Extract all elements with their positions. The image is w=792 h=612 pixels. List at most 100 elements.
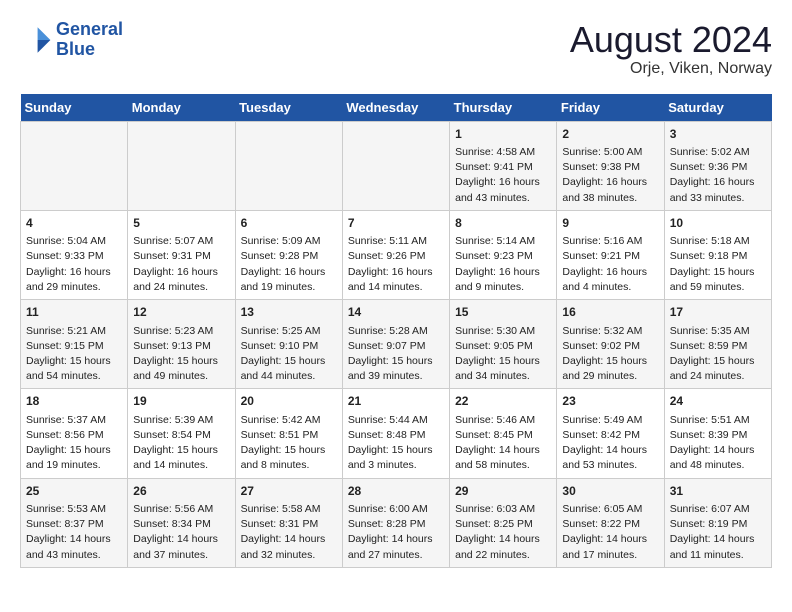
calendar-cell: 23Sunrise: 5:49 AMSunset: 8:42 PMDayligh… [557,389,664,478]
day-info: Sunset: 8:22 PM [562,517,658,532]
calendar-cell: 21Sunrise: 5:44 AMSunset: 8:48 PMDayligh… [342,389,449,478]
calendar-table: SundayMondayTuesdayWednesdayThursdayFrid… [20,94,772,568]
calendar-cell: 12Sunrise: 5:23 AMSunset: 9:13 PMDayligh… [128,300,235,389]
week-row-4: 18Sunrise: 5:37 AMSunset: 8:56 PMDayligh… [21,389,772,478]
day-info: Sunrise: 5:30 AM [455,324,551,339]
day-info: Sunset: 9:26 PM [348,249,444,264]
calendar-cell: 9 Sunrise: 5:16 AMSunset: 9:21 PMDaylight… [557,210,664,299]
day-info: Sunrise: 5:09 AM [241,234,337,249]
days-of-week-row: SundayMondayTuesdayWednesdayThursdayFrid… [21,94,772,122]
day-info: Sunset: 9:31 PM [133,249,229,264]
day-number: 28 [348,483,444,500]
day-number: 31 [670,483,766,500]
day-info: Sunrise: 6:00 AM [348,502,444,517]
calendar-cell: 22Sunrise: 5:46 AMSunset: 8:45 PMDayligh… [450,389,557,478]
calendar-cell: 13Sunrise: 5:25 AMSunset: 9:10 PMDayligh… [235,300,342,389]
day-info: Sunrise: 5:00 AM [562,145,658,160]
day-info: Daylight: 14 hours and 32 minutes. [241,532,337,562]
day-number: 11 [26,304,122,321]
day-info: Sunset: 9:36 PM [670,160,766,175]
calendar-cell [128,121,235,210]
day-info: Daylight: 15 hours and 24 minutes. [670,354,766,384]
day-info: Daylight: 16 hours and 19 minutes. [241,265,337,295]
day-info: Daylight: 14 hours and 43 minutes. [26,532,122,562]
calendar-cell: 2Sunrise: 5:00 AMSunset: 9:38 PMDaylight… [557,121,664,210]
day-info: Daylight: 15 hours and 34 minutes. [455,354,551,384]
day-info: Daylight: 14 hours and 17 minutes. [562,532,658,562]
day-info: Sunset: 9:28 PM [241,249,337,264]
day-info: Daylight: 15 hours and 54 minutes. [26,354,122,384]
week-row-1: 1Sunrise: 4:58 AMSunset: 9:41 PMDaylight… [21,121,772,210]
calendar-cell: 25Sunrise: 5:53 AMSunset: 8:37 PMDayligh… [21,478,128,567]
week-row-5: 25Sunrise: 5:53 AMSunset: 8:37 PMDayligh… [21,478,772,567]
day-info: Daylight: 14 hours and 37 minutes. [133,532,229,562]
day-number: 2 [562,126,658,143]
day-number: 14 [348,304,444,321]
calendar-cell: 24Sunrise: 5:51 AMSunset: 8:39 PMDayligh… [664,389,771,478]
header-tuesday: Tuesday [235,94,342,122]
day-info: Sunset: 8:39 PM [670,428,766,443]
week-row-2: 4Sunrise: 5:04 AMSunset: 9:33 PMDaylight… [21,210,772,299]
day-info: Sunset: 9:02 PM [562,339,658,354]
day-info: Sunrise: 5:49 AM [562,413,658,428]
day-number: 25 [26,483,122,500]
day-info: Sunrise: 5:56 AM [133,502,229,517]
calendar-cell: 5Sunrise: 5:07 AMSunset: 9:31 PMDaylight… [128,210,235,299]
header-monday: Monday [128,94,235,122]
day-info: Sunset: 9:33 PM [26,249,122,264]
day-number: 30 [562,483,658,500]
day-info: Sunrise: 5:32 AM [562,324,658,339]
day-info: Sunrise: 5:28 AM [348,324,444,339]
day-info: Sunset: 9:15 PM [26,339,122,354]
day-info: Sunrise: 5:58 AM [241,502,337,517]
day-info: Sunset: 8:48 PM [348,428,444,443]
day-info: Sunrise: 5:16 AM [562,234,658,249]
calendar-cell: 7Sunrise: 5:11 AMSunset: 9:26 PMDaylight… [342,210,449,299]
day-info: Sunrise: 5:39 AM [133,413,229,428]
day-info: Daylight: 14 hours and 58 minutes. [455,443,551,473]
day-info: Daylight: 16 hours and 9 minutes. [455,265,551,295]
day-info: Daylight: 14 hours and 48 minutes. [670,443,766,473]
day-info: Sunset: 9:13 PM [133,339,229,354]
day-info: Sunrise: 6:05 AM [562,502,658,517]
day-info: Daylight: 16 hours and 38 minutes. [562,175,658,205]
day-number: 10 [670,215,766,232]
day-info: Daylight: 16 hours and 4 minutes. [562,265,658,295]
day-info: Sunrise: 5:11 AM [348,234,444,249]
day-info: Daylight: 15 hours and 8 minutes. [241,443,337,473]
calendar-cell: 30 Sunrise: 6:05 AMSunset: 8:22 PMDayligh… [557,478,664,567]
page-header: General Blue August 2024 Orje, Viken, No… [20,20,772,78]
day-info: Sunrise: 5:21 AM [26,324,122,339]
day-info: Sunset: 8:42 PM [562,428,658,443]
header-wednesday: Wednesday [342,94,449,122]
day-info: Sunset: 9:23 PM [455,249,551,264]
day-number: 19 [133,393,229,410]
day-number: 15 [455,304,551,321]
day-number: 3 [670,126,766,143]
calendar-cell: 15 Sunrise: 5:30 AMSunset: 9:05 PMDayligh… [450,300,557,389]
calendar-cell: 11 Sunrise: 5:21 AMSunset: 9:15 PMDayligh… [21,300,128,389]
header-sunday: Sunday [21,94,128,122]
calendar-cell: 26Sunrise: 5:56 AMSunset: 8:34 PMDayligh… [128,478,235,567]
day-number: 23 [562,393,658,410]
logo: General Blue [20,20,123,60]
day-info: Sunset: 9:21 PM [562,249,658,264]
day-info: Sunrise: 5:23 AM [133,324,229,339]
day-number: 26 [133,483,229,500]
day-info: Sunset: 9:05 PM [455,339,551,354]
calendar-cell: 16Sunrise: 5:32 AMSunset: 9:02 PMDayligh… [557,300,664,389]
day-info: Daylight: 14 hours and 22 minutes. [455,532,551,562]
calendar-cell [21,121,128,210]
day-info: Sunset: 8:28 PM [348,517,444,532]
day-info: Sunrise: 6:07 AM [670,502,766,517]
calendar-cell [235,121,342,210]
calendar-cell: 4Sunrise: 5:04 AMSunset: 9:33 PMDaylight… [21,210,128,299]
day-info: Sunset: 9:10 PM [241,339,337,354]
day-number: 9 [562,215,658,232]
day-info: Sunset: 8:54 PM [133,428,229,443]
calendar-body: 1Sunrise: 4:58 AMSunset: 9:41 PMDaylight… [21,121,772,567]
day-number: 21 [348,393,444,410]
calendar-cell: 29Sunrise: 6:03 AMSunset: 8:25 PMDayligh… [450,478,557,567]
day-number: 27 [241,483,337,500]
day-info: Sunrise: 5:51 AM [670,413,766,428]
